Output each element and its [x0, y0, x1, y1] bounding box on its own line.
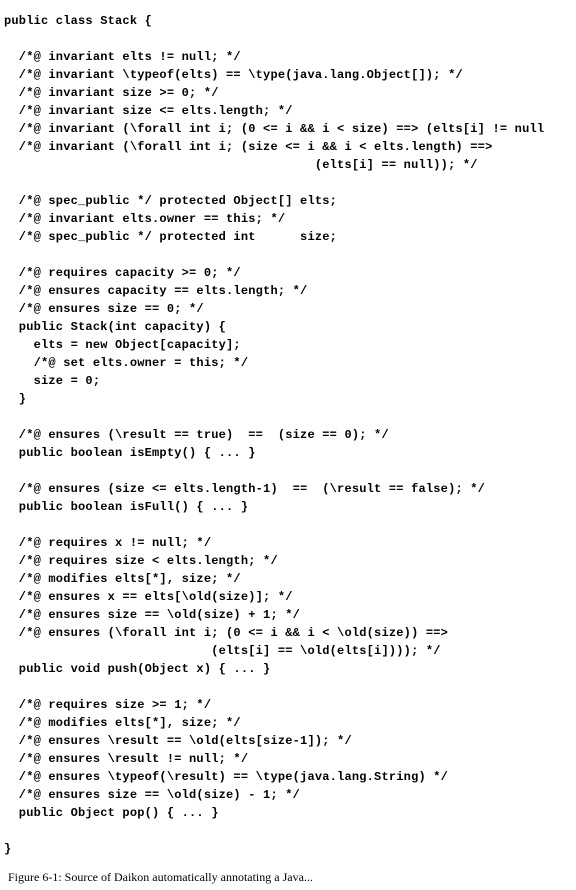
- code-line: (elts[i] == null)); */: [4, 158, 478, 172]
- code-line: /*@ ensures size == 0; */: [4, 302, 204, 316]
- code-line: /*@ invariant elts.owner == this; */: [4, 212, 285, 226]
- code-line: /*@ ensures size == \old(size) + 1; */: [4, 608, 300, 622]
- code-line: /*@ modifies elts[*], size; */: [4, 572, 241, 586]
- code-line: /*@ set elts.owner = this; */: [4, 356, 248, 370]
- code-line: /*@ invariant (\forall int i; (0 <= i &&…: [4, 122, 544, 136]
- code-line: /*@ modifies elts[*], size; */: [4, 716, 241, 730]
- code-line: public boolean isEmpty() { ... }: [4, 446, 256, 460]
- code-line: /*@ ensures (\forall int i; (0 <= i && i…: [4, 626, 448, 640]
- code-line: (elts[i] == \old(elts[i]))); */: [4, 644, 441, 658]
- code-line: /*@ ensures (\result == true) == (size =…: [4, 428, 389, 442]
- code-line: elts = new Object[capacity];: [4, 338, 241, 352]
- code-listing: public class Stack { /*@ invariant elts …: [4, 12, 576, 858]
- code-line: /*@ invariant size >= 0; */: [4, 86, 219, 100]
- code-line: /*@ requires capacity >= 0; */: [4, 266, 241, 280]
- code-line: /*@ invariant (\forall int i; (size <= i…: [4, 140, 492, 154]
- code-line: /*@ invariant \typeof(elts) == \type(jav…: [4, 68, 463, 82]
- code-line: /*@ requires size >= 1; */: [4, 698, 211, 712]
- code-line: /*@ ensures x == elts[\old(size)]; */: [4, 590, 293, 604]
- code-line: public boolean isFull() { ... }: [4, 500, 248, 514]
- code-line: /*@ requires size < elts.length; */: [4, 554, 278, 568]
- code-line: public void push(Object x) { ... }: [4, 662, 270, 676]
- figure-caption: Figure 6-1: Source of Daikon automatical…: [4, 868, 576, 886]
- code-line: /*@ ensures capacity == elts.length; */: [4, 284, 307, 298]
- code-line: }: [4, 392, 26, 406]
- code-line: /*@ spec_public */ protected Object[] el…: [4, 194, 337, 208]
- code-line: public class Stack {: [4, 14, 152, 28]
- code-line: /*@ ensures size == \old(size) - 1; */: [4, 788, 300, 802]
- code-line: /*@ invariant elts != null; */: [4, 50, 241, 64]
- code-line: /*@ invariant size <= elts.length; */: [4, 104, 293, 118]
- code-line: public Object pop() { ... }: [4, 806, 219, 820]
- code-line: public Stack(int capacity) {: [4, 320, 226, 334]
- code-line: size = 0;: [4, 374, 100, 388]
- code-line: /*@ ensures \result != null; */: [4, 752, 248, 766]
- code-line: /*@ spec_public */ protected int size;: [4, 230, 337, 244]
- code-line: }: [4, 842, 11, 856]
- code-line: /*@ ensures \typeof(\result) == \type(ja…: [4, 770, 448, 784]
- code-line: /*@ requires x != null; */: [4, 536, 211, 550]
- code-line: /*@ ensures \result == \old(elts[size-1]…: [4, 734, 352, 748]
- code-line: /*@ ensures (size <= elts.length-1) == (…: [4, 482, 485, 496]
